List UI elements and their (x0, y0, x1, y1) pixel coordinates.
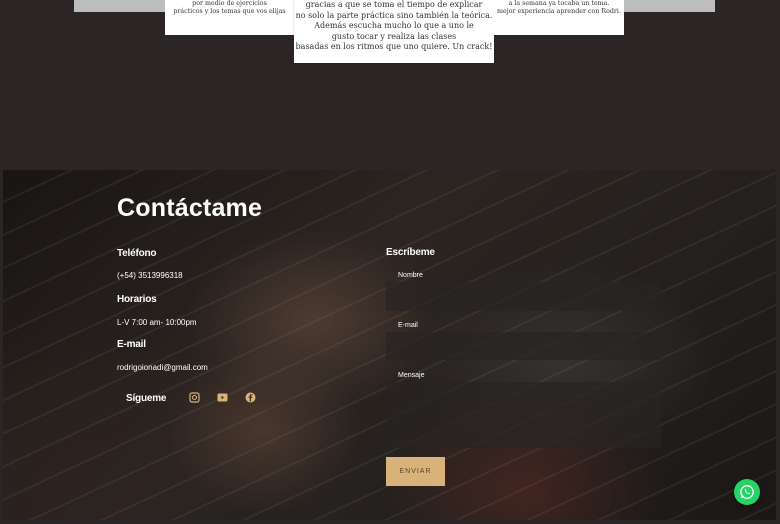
submit-button[interactable]: ENVIAR (386, 457, 445, 486)
email-field[interactable] (386, 332, 661, 360)
testimonial-line: no solo la parte práctica sino también l… (295, 10, 493, 20)
testimonial-line: por medio de ejercicios (192, 0, 267, 7)
follow-label: Sígueme (126, 393, 167, 404)
message-field[interactable] (386, 382, 661, 448)
testimonial-card-right: a la semana ya tocaba un tema. mejor exp… (494, 0, 624, 35)
testimonial-line: a la semana ya tocaba un tema. (508, 0, 610, 7)
facebook-icon[interactable] (245, 392, 256, 403)
hours-value: L-V 7:00 am- 10:00pm (117, 318, 197, 327)
testimonial-line: gracias a que se toma el tiempo de expli… (305, 0, 483, 9)
email-label: E-mail (117, 339, 146, 350)
name-field-label: Nombre (398, 272, 423, 279)
phone-value: (+54) 3513996318 (117, 271, 183, 280)
email-field-label: E-mail (398, 322, 418, 329)
instagram-icon[interactable] (189, 392, 200, 403)
message-field-label: Mensaje (398, 372, 425, 379)
testimonial-card-left: por medio de ejercicios prácticos y los … (165, 0, 294, 35)
testimonial-line: prácticos y los temas que vos elijas (173, 8, 286, 15)
youtube-icon[interactable] (217, 392, 228, 403)
phone-label: Teléfono (117, 248, 157, 259)
contact-section: Contáctame Teléfono (+54) 3513996318 Hor… (3, 170, 776, 520)
testimonials-section: por medio de ejercicios prácticos y los … (0, 0, 780, 170)
testimonial-line: gusto tocar y realiza las clases (331, 31, 457, 41)
email-value[interactable]: rodrigoionadi@gmail.com (117, 363, 208, 372)
testimonial-card-center: gracias a que se toma el tiempo de expli… (294, 0, 494, 63)
contact-title: Contáctame (117, 194, 263, 222)
testimonial-line: basadas en los ritmos que uno quiere. Un… (295, 42, 493, 51)
form-heading: Escríbeme (386, 247, 435, 258)
testimonial-line: Además escucha mucho lo que a uno le (314, 21, 474, 30)
whatsapp-icon[interactable] (734, 479, 760, 505)
hours-label: Horarios (117, 294, 157, 305)
name-field[interactable] (386, 282, 661, 311)
testimonial-line: mejor experiencia aprender con Rodri. (497, 8, 621, 15)
